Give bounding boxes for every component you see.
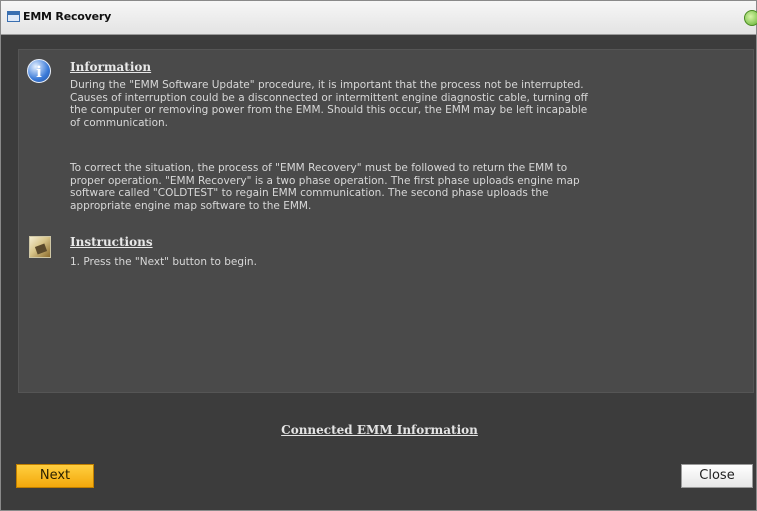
- connected-emm-information-link[interactable]: Connected EMM Information: [1, 423, 757, 437]
- next-button[interactable]: Next: [16, 464, 94, 488]
- close-button[interactable]: Close: [681, 464, 753, 488]
- information-paragraph-1: During the "EMM Software Update" procedu…: [70, 79, 588, 129]
- status-indicator-icon: [744, 10, 757, 26]
- window-title: EMM Recovery: [23, 10, 112, 23]
- emm-recovery-window: EMM Recovery i Information During the "E…: [0, 0, 757, 511]
- instruction-step-1: 1. Press the "Next" button to begin.: [70, 256, 257, 268]
- title-bar: EMM Recovery: [1, 1, 757, 35]
- instructions-heading: Instructions: [70, 235, 153, 249]
- instructions-icon: [29, 236, 51, 258]
- window-icon: [7, 11, 20, 22]
- information-heading: Information: [70, 60, 152, 74]
- info-icon: i: [27, 59, 51, 83]
- information-paragraph-2: To correct the situation, the process of…: [70, 162, 580, 212]
- content-panel: i Information During the "EMM Software U…: [18, 49, 754, 393]
